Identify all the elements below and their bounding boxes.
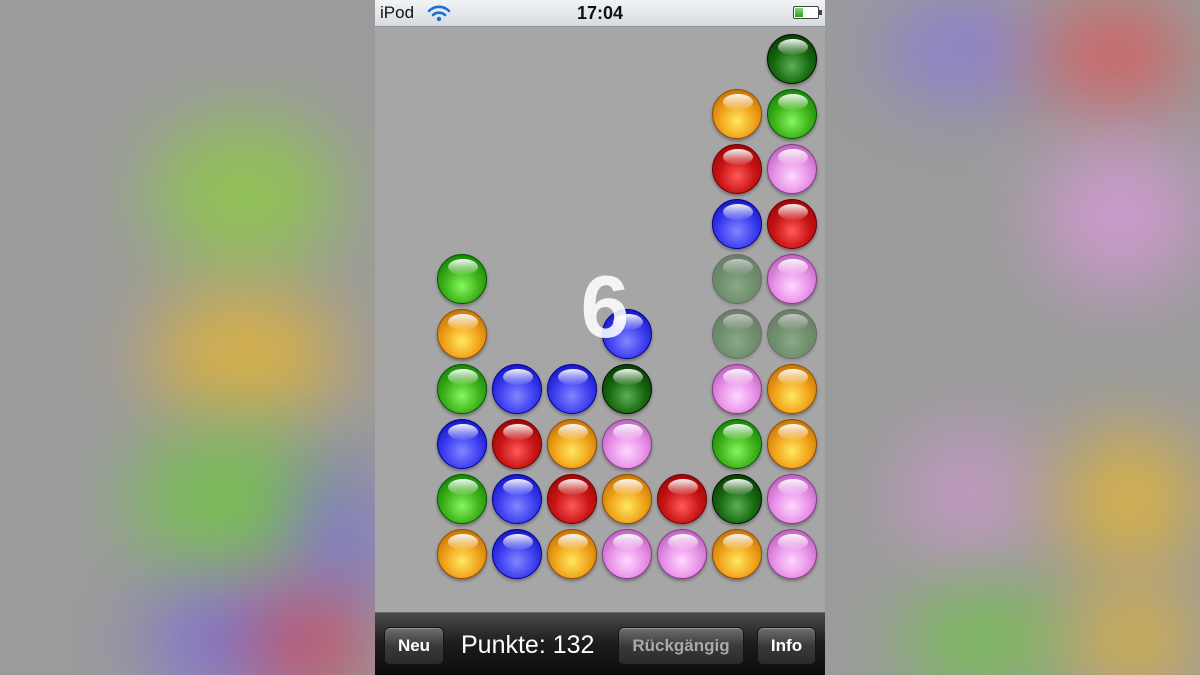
red-ball[interactable] <box>767 199 817 249</box>
background-blob <box>880 0 1040 100</box>
info-button[interactable]: Info <box>757 627 816 665</box>
battery-level <box>795 8 803 17</box>
background-blob <box>1060 430 1200 570</box>
blue-ball[interactable] <box>492 364 542 414</box>
pink-ball[interactable] <box>657 529 707 579</box>
background-blob <box>900 430 1040 560</box>
blue-ball[interactable] <box>492 529 542 579</box>
dark-green-ball[interactable] <box>712 474 762 524</box>
new-game-button[interactable]: Neu <box>384 627 444 665</box>
dark-green-ball[interactable] <box>767 309 817 359</box>
pink-ball[interactable] <box>767 529 817 579</box>
orange-ball[interactable] <box>437 309 487 359</box>
blue-ball[interactable] <box>712 199 762 249</box>
battery-nub <box>819 10 822 15</box>
undo-button[interactable]: Rückgängig <box>618 627 744 665</box>
orange-ball[interactable] <box>437 529 487 579</box>
dark-green-ball[interactable] <box>602 364 652 414</box>
orange-ball[interactable] <box>767 364 817 414</box>
green-ball[interactable] <box>437 364 487 414</box>
pink-ball[interactable] <box>602 419 652 469</box>
pink-ball[interactable] <box>712 364 762 414</box>
background-blob <box>300 460 380 620</box>
score-label: Punkte: 132 <box>461 631 595 659</box>
background-blob <box>1040 140 1200 290</box>
pink-ball[interactable] <box>767 144 817 194</box>
green-ball[interactable] <box>437 474 487 524</box>
red-ball[interactable] <box>712 144 762 194</box>
combo-counter: 6 <box>580 257 630 356</box>
pink-ball[interactable] <box>767 474 817 524</box>
orange-ball[interactable] <box>767 419 817 469</box>
clock: 17:04 <box>576 3 624 23</box>
background-blob <box>150 290 340 420</box>
dark-green-ball[interactable] <box>767 34 817 84</box>
pink-ball[interactable] <box>767 254 817 304</box>
green-ball[interactable] <box>712 419 762 469</box>
green-ball[interactable] <box>767 89 817 139</box>
dark-green-ball[interactable] <box>712 309 762 359</box>
background-blob <box>1070 590 1200 675</box>
blue-ball[interactable] <box>437 419 487 469</box>
phone-screen: iPod 17:04 6 Neu Punkte: 132 Rückgängig … <box>375 0 825 675</box>
background-blob <box>900 590 1070 675</box>
bottom-toolbar: Neu Punkte: 132 Rückgängig Info <box>375 612 825 675</box>
pink-ball[interactable] <box>602 529 652 579</box>
status-bar: iPod 17:04 <box>375 0 825 27</box>
blue-ball[interactable] <box>492 474 542 524</box>
game-board[interactable]: 6 <box>375 27 825 612</box>
background-blob <box>1040 0 1190 110</box>
red-ball[interactable] <box>492 419 542 469</box>
battery-icon <box>793 6 822 19</box>
green-ball[interactable] <box>437 254 487 304</box>
background-blob <box>150 120 340 270</box>
dark-green-ball[interactable] <box>712 254 762 304</box>
red-ball[interactable] <box>657 474 707 524</box>
orange-ball[interactable] <box>547 529 597 579</box>
orange-ball[interactable] <box>712 89 762 139</box>
blue-ball[interactable] <box>547 364 597 414</box>
orange-ball[interactable] <box>712 529 762 579</box>
orange-ball[interactable] <box>602 474 652 524</box>
red-ball[interactable] <box>547 474 597 524</box>
orange-ball[interactable] <box>547 419 597 469</box>
